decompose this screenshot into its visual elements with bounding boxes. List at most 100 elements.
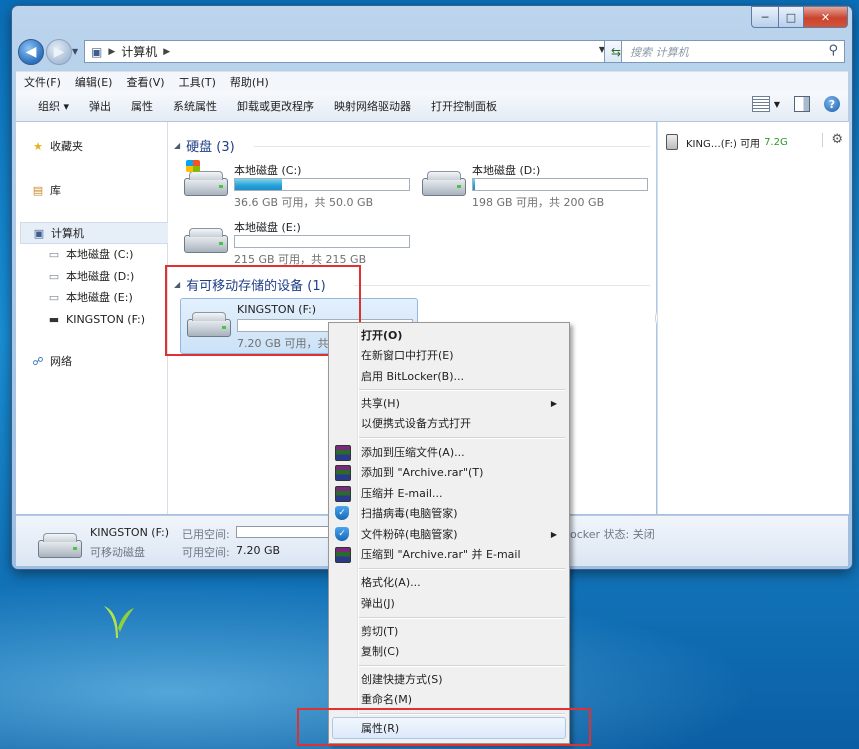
menu-separator [359, 437, 565, 439]
search-input[interactable]: 搜索 计算机 ⚲ [621, 40, 845, 63]
menu-item-label: 以便携式设备方式打开 [361, 417, 471, 430]
group-header-hard-disks[interactable]: ◢ 硬盘 (3) [174, 136, 235, 155]
menu-item-open-new-window[interactable]: 在新窗口中打开(E) [331, 345, 567, 365]
change-view-button[interactable]: ▼ [751, 96, 780, 112]
usb-drive-icon: ▬ [48, 312, 60, 326]
shield-icon: ✓ [335, 506, 349, 520]
map-network-drive-button[interactable]: 映射网络驱动器 [334, 98, 411, 114]
computer-icon: ▣ [91, 44, 103, 59]
preview-pane-icon[interactable] [794, 96, 810, 112]
menu-item-label: 剪切(T) [361, 625, 399, 638]
menu-item-label: 在新窗口中打开(E) [361, 349, 454, 362]
hard-drive-windows-icon [184, 160, 228, 198]
nav-item-favorites[interactable]: ★ 收藏夹 [30, 136, 83, 156]
navigation-pane: ★ 收藏夹 ▤ 库 ▣ 计算机 ▭ 本地磁盘 (C:) ▭ 本地磁盘 (D:) … [16, 122, 172, 514]
menu-item-add-archive-rar[interactable]: 添加到 "Archive.rar"(T) [331, 462, 567, 482]
forward-button[interactable]: ▶ [46, 39, 72, 65]
menu-item-eject[interactable]: 弹出(J) [331, 593, 567, 613]
breadcrumb-computer[interactable]: 计算机 [121, 43, 157, 60]
menu-item-bitlocker[interactable]: 启用 BitLocker(B)... [331, 366, 567, 386]
drive-usage-bar [234, 235, 410, 248]
menu-item-label: 重命名(M) [361, 693, 413, 706]
nav-item-libraries[interactable]: ▤ 库 [30, 180, 61, 200]
details-pane: KING…(F:) 可用 7.2G ⚙ [657, 122, 849, 514]
hard-drive-icon [184, 228, 228, 255]
nav-item-network[interactable]: ☍ 网络 [30, 351, 72, 371]
menu-help[interactable]: 帮助(H) [230, 74, 269, 90]
chevron-right-icon[interactable]: ▶ [108, 47, 115, 57]
system-properties-button[interactable]: 系统属性 [173, 98, 217, 114]
nav-item-label: 收藏夹 [50, 140, 83, 153]
back-button[interactable]: ◀ [18, 39, 44, 65]
properties-button[interactable]: 属性 [131, 98, 153, 114]
maximize-button[interactable]: □ [779, 6, 804, 28]
menu-item-add-archive[interactable]: 添加到压缩文件(A)... [331, 442, 567, 462]
menu-item-compress-rar-email[interactable]: 压缩到 "Archive.rar" 并 E-mail [331, 544, 567, 564]
menu-item-rename[interactable]: 重命名(M) [331, 689, 567, 709]
drive-tile-e[interactable]: 本地磁盘 (E:) 215 GB 可用，共 215 GB [178, 215, 414, 269]
menu-item-shred[interactable]: ✓ 文件粉碎(电脑管家) ▶ [331, 524, 567, 544]
menu-item-cut[interactable]: 剪切(T) [331, 621, 567, 641]
drive-usage-fill [235, 179, 282, 190]
organize-button[interactable]: 组织 ▾ [38, 98, 69, 114]
nav-item-label: 库 [50, 184, 61, 197]
menu-item-compress-email[interactable]: 压缩并 E-mail... [331, 483, 567, 503]
minimize-button[interactable]: ─ [751, 6, 779, 28]
menu-item-format[interactable]: 格式化(A)... [331, 572, 567, 592]
drive-tile-d[interactable]: 本地磁盘 (D:) 198 GB 可用，共 200 GB [416, 158, 652, 212]
menu-item-label: 共享(H) [361, 397, 400, 410]
library-icon: ▤ [32, 183, 44, 197]
usb-drive-icon [38, 533, 82, 558]
menu-item-portable[interactable]: 以便携式设备方式打开 [331, 413, 567, 433]
nav-item-drive-f[interactable]: ▬ KINGSTON (F:) [46, 309, 145, 329]
views-icon [751, 96, 770, 112]
status-bitlocker: ocker 状态: 关闭 [570, 528, 655, 541]
shield-icon: ✓ [335, 527, 349, 541]
nav-item-drive-c[interactable]: ▭ 本地磁盘 (C:) [46, 244, 134, 264]
menu-item-label: 添加到 "Archive.rar"(T) [361, 466, 484, 479]
hard-drive-icon [422, 171, 466, 198]
context-menu: 打开(O) 在新窗口中打开(E) 启用 BitLocker(B)... 共享(H… [328, 322, 570, 744]
menu-file[interactable]: 文件(F) [24, 74, 61, 90]
eject-button[interactable]: 弹出 [89, 98, 111, 114]
submenu-arrow-icon: ▶ [550, 398, 557, 408]
close-button[interactable]: ✕ [804, 6, 848, 28]
drive-free-space: 198 GB 可用，共 200 GB [472, 196, 605, 209]
menu-item-label: 打开(O) [361, 329, 403, 342]
menu-item-share[interactable]: 共享(H) ▶ [331, 393, 567, 413]
search-placeholder: 搜索 计算机 [630, 45, 689, 59]
menu-tools[interactable]: 工具(T) [179, 74, 216, 90]
menu-view[interactable]: 查看(V) [126, 74, 164, 90]
menu-item-create-shortcut[interactable]: 创建快捷方式(S) [331, 669, 567, 689]
usb-drive-icon [666, 134, 678, 150]
menu-item-copy[interactable]: 复制(C) [331, 641, 567, 661]
chevron-right-icon[interactable]: ▶ [163, 47, 170, 57]
open-control-panel-button[interactable]: 打开控制面板 [431, 98, 497, 114]
hard-drive-icon: ▭ [48, 269, 60, 283]
group-title: 硬盘 (3) [186, 140, 235, 155]
menu-item-label: 启用 BitLocker(B)... [361, 370, 465, 383]
gear-icon[interactable]: ⚙ [831, 132, 843, 147]
menu-bar: 文件(F) 编辑(E) 查看(V) 工具(T) 帮助(H) [16, 71, 848, 91]
nav-item-drive-d[interactable]: ▭ 本地磁盘 (D:) [46, 266, 134, 286]
menu-item-open[interactable]: 打开(O) [331, 325, 567, 345]
nav-item-label: 计算机 [51, 227, 84, 240]
recent-pages-dropdown[interactable]: ▼ [72, 47, 78, 56]
search-icon[interactable]: ⚲ [828, 43, 838, 58]
uninstall-program-button[interactable]: 卸载或更改程序 [237, 98, 314, 114]
menu-item-label: 创建快捷方式(S) [361, 673, 443, 686]
hard-drive-icon: ▭ [48, 290, 60, 304]
view-controls: ▼ ? [751, 96, 840, 112]
drive-name: 本地磁盘 (E:) [234, 221, 301, 234]
status-used-label: 已用空间: [182, 528, 230, 541]
submenu-arrow-icon: ▶ [550, 529, 557, 539]
menu-item-scan-virus[interactable]: ✓ 扫描病毒(电脑管家) [331, 503, 567, 523]
nav-item-label: 网络 [50, 355, 72, 368]
collapse-triangle-icon[interactable]: ◢ [174, 141, 180, 150]
menu-edit[interactable]: 编辑(E) [75, 74, 113, 90]
help-icon[interactable]: ? [824, 96, 840, 112]
nav-item-computer[interactable]: ▣ 计算机 [20, 222, 172, 244]
drive-tile-c[interactable]: 本地磁盘 (C:) 36.6 GB 可用，共 50.0 GB [178, 158, 414, 212]
nav-item-drive-e[interactable]: ▭ 本地磁盘 (E:) [46, 287, 133, 307]
address-bar[interactable]: ▣ ▶ 计算机 ▶ ▼ [84, 40, 610, 63]
